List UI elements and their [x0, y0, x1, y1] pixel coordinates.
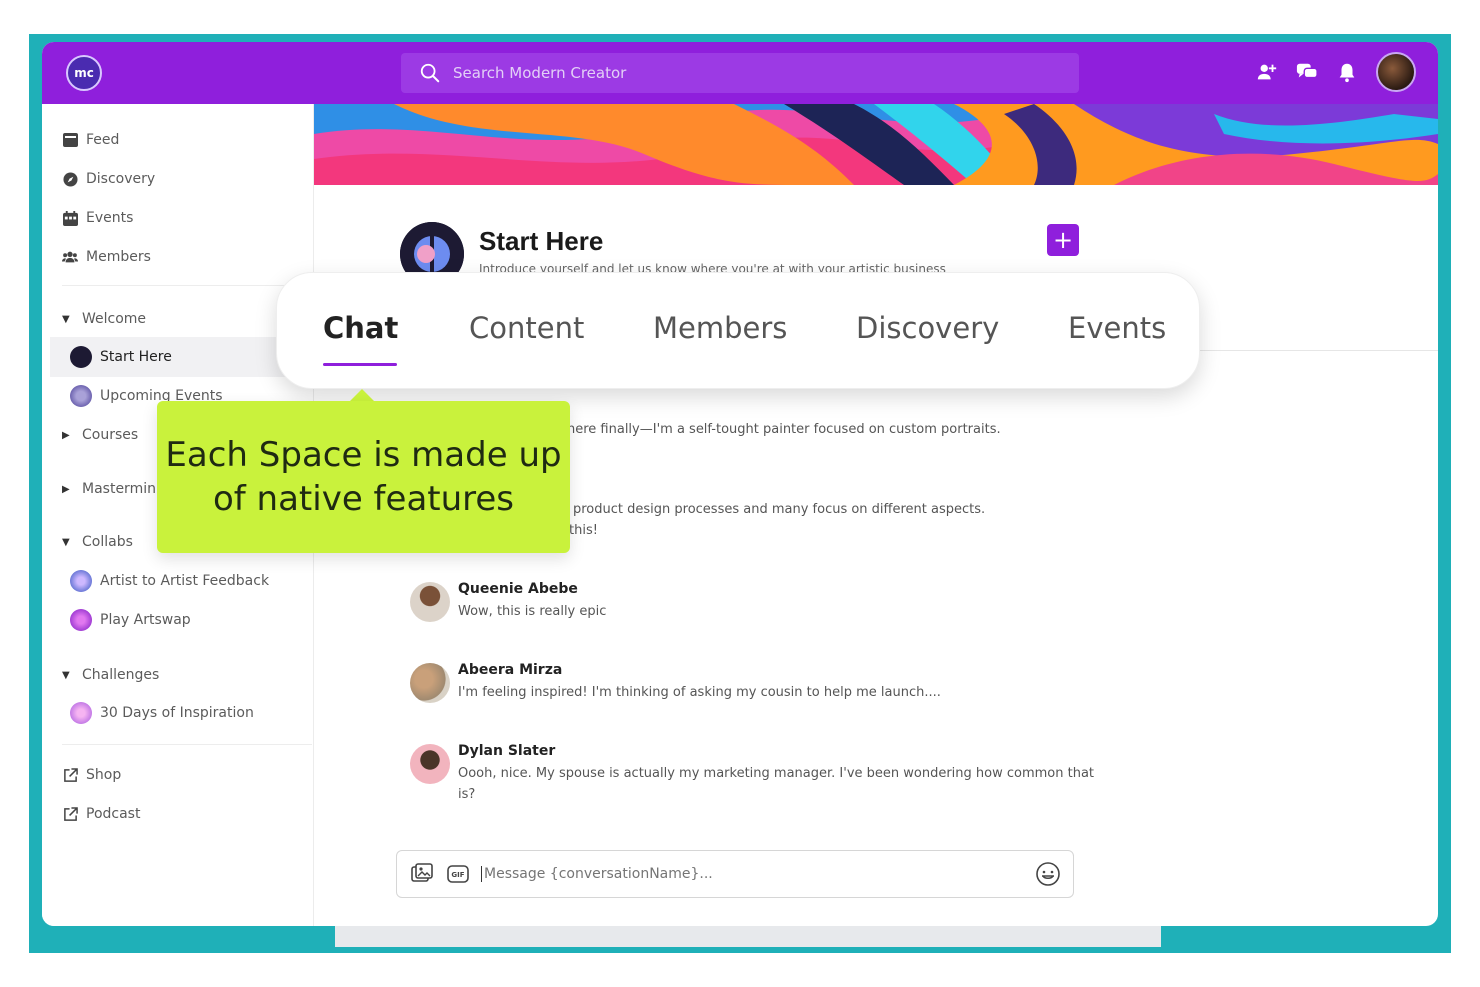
- sidebar-item-label: 30 Days of Inspiration: [100, 705, 254, 721]
- callout-line: Each Space is made up: [165, 435, 562, 475]
- sidebar-item-artist-feedback[interactable]: Artist to Artist Feedback: [70, 570, 269, 592]
- sidebar-item-discovery[interactable]: Discovery: [62, 168, 155, 190]
- sidebar-item-label: Discovery: [86, 171, 156, 187]
- sidebar-item-label: Feed: [86, 132, 120, 148]
- search-placeholder: Search Modern Creator: [453, 64, 627, 82]
- sidebar-divider: [62, 744, 312, 745]
- message-author[interactable]: Queenie Abebe: [458, 581, 578, 597]
- callout-text: Each Space is made up of native features: [157, 433, 570, 521]
- feed-icon: [62, 132, 78, 148]
- members-icon: [62, 249, 78, 265]
- section-label: Mastermin: [82, 481, 156, 497]
- sidebar-item-label: Start Here: [100, 349, 172, 365]
- plus-icon: +: [1052, 226, 1074, 254]
- search-bar[interactable]: Search Modern Creator: [401, 53, 1079, 93]
- message-text: I'm feeling inspired! I'm thinking of as…: [458, 685, 941, 700]
- page: mc Search Modern Creator Feed Discovery …: [0, 0, 1480, 987]
- active-tab-indicator: [323, 363, 397, 366]
- logo[interactable]: mc: [66, 55, 102, 91]
- callout-line: of native features: [212, 479, 515, 519]
- space-icon: [70, 702, 92, 724]
- section-masterminds[interactable]: ▶ Mastermin: [62, 478, 156, 500]
- tab-discovery[interactable]: Discovery: [856, 311, 999, 345]
- avatar[interactable]: [410, 582, 450, 622]
- device-base: [335, 925, 1161, 947]
- section-label: Courses: [82, 427, 139, 443]
- message-fragment: here finally—I'm a self-tought painter f…: [567, 422, 1001, 437]
- tab-content[interactable]: Content: [469, 311, 584, 345]
- message-author[interactable]: Abeera Mirza: [458, 662, 562, 678]
- caret-right-icon: ▶: [62, 483, 70, 495]
- message-input[interactable]: [481, 866, 1035, 882]
- logo-text: mc: [74, 66, 94, 80]
- space-icon: [70, 346, 92, 368]
- tab-card: Chat Content Members Discovery Events: [276, 272, 1200, 389]
- chat-bubbles-icon[interactable]: [1296, 61, 1318, 83]
- svg-text:GIF: GIF: [451, 871, 464, 879]
- message-composer: GIF: [396, 850, 1074, 898]
- section-challenges[interactable]: ▼ Challenges: [62, 664, 159, 686]
- top-bar: mc Search Modern Creator: [42, 42, 1438, 104]
- tab-events[interactable]: Events: [1068, 311, 1166, 345]
- emoji-icon[interactable]: [1035, 861, 1061, 887]
- caret-down-icon: ▼: [62, 536, 70, 548]
- space-title: Start Here: [479, 226, 604, 256]
- callout: Each Space is made up of native features: [157, 401, 570, 553]
- tab-chat[interactable]: Chat: [323, 311, 398, 345]
- top-icons: [1256, 52, 1416, 92]
- sidebar-item-label: Shop: [86, 767, 122, 783]
- sidebar-item-label: Artist to Artist Feedback: [100, 573, 270, 589]
- space-banner: [314, 104, 1438, 185]
- message-author[interactable]: Dylan Slater: [458, 743, 555, 759]
- sidebar-item-label: Play Artswap: [100, 612, 191, 628]
- sidebar-item-label: Podcast: [86, 806, 141, 822]
- sidebar-item-start-here[interactable]: Start Here: [70, 346, 172, 368]
- compass-icon: [62, 171, 78, 187]
- message-fragment: this!: [569, 523, 598, 538]
- message-fragment: product design processes and many focus …: [573, 502, 986, 517]
- sidebar-item-members[interactable]: Members: [62, 246, 151, 268]
- external-link-icon: [62, 806, 78, 822]
- space-icon: [70, 609, 92, 631]
- sidebar-item-label: Events: [86, 210, 134, 226]
- external-link-icon: [62, 767, 78, 783]
- tab-members[interactable]: Members: [653, 311, 787, 345]
- message-text: Oooh, nice. My spouse is actually my mar…: [458, 766, 1095, 802]
- section-welcome[interactable]: ▼ Welcome: [62, 308, 146, 330]
- message-text: Wow, this is really epic: [458, 604, 607, 619]
- section-label: Collabs: [82, 534, 133, 550]
- avatar[interactable]: [410, 744, 450, 784]
- section-label: Welcome: [82, 311, 147, 327]
- search-icon: [420, 63, 440, 83]
- bell-icon[interactable]: [1336, 61, 1358, 83]
- profile-avatar[interactable]: [1376, 52, 1416, 92]
- sidebar-item-label: Members: [86, 249, 151, 265]
- sidebar-item-podcast[interactable]: Podcast: [62, 803, 140, 825]
- space-icon: [70, 570, 92, 592]
- space-icon: [70, 385, 92, 407]
- section-courses[interactable]: ▶ Courses: [62, 424, 138, 446]
- section-label: Challenges: [82, 667, 160, 683]
- sidebar-item-shop[interactable]: Shop: [62, 764, 121, 786]
- add-button[interactable]: +: [1047, 224, 1079, 256]
- caret-down-icon: ▼: [62, 313, 70, 325]
- sidebar-item-feed[interactable]: Feed: [62, 129, 119, 151]
- add-user-icon[interactable]: [1256, 61, 1278, 83]
- sidebar-item-events[interactable]: Events: [62, 207, 133, 229]
- gif-icon[interactable]: GIF: [445, 861, 471, 887]
- sidebar-item-30-days[interactable]: 30 Days of Inspiration: [70, 702, 254, 724]
- sidebar-item-play-artswap[interactable]: Play Artswap: [70, 609, 191, 631]
- banner-art: [314, 104, 1438, 185]
- avatar[interactable]: [410, 663, 450, 703]
- image-upload-icon[interactable]: [409, 861, 435, 887]
- section-collabs[interactable]: ▼ Collabs: [62, 531, 133, 553]
- caret-down-icon: ▼: [62, 669, 70, 681]
- caret-right-icon: ▶: [62, 429, 70, 441]
- calendar-icon: [62, 210, 78, 226]
- sidebar-divider: [62, 285, 312, 286]
